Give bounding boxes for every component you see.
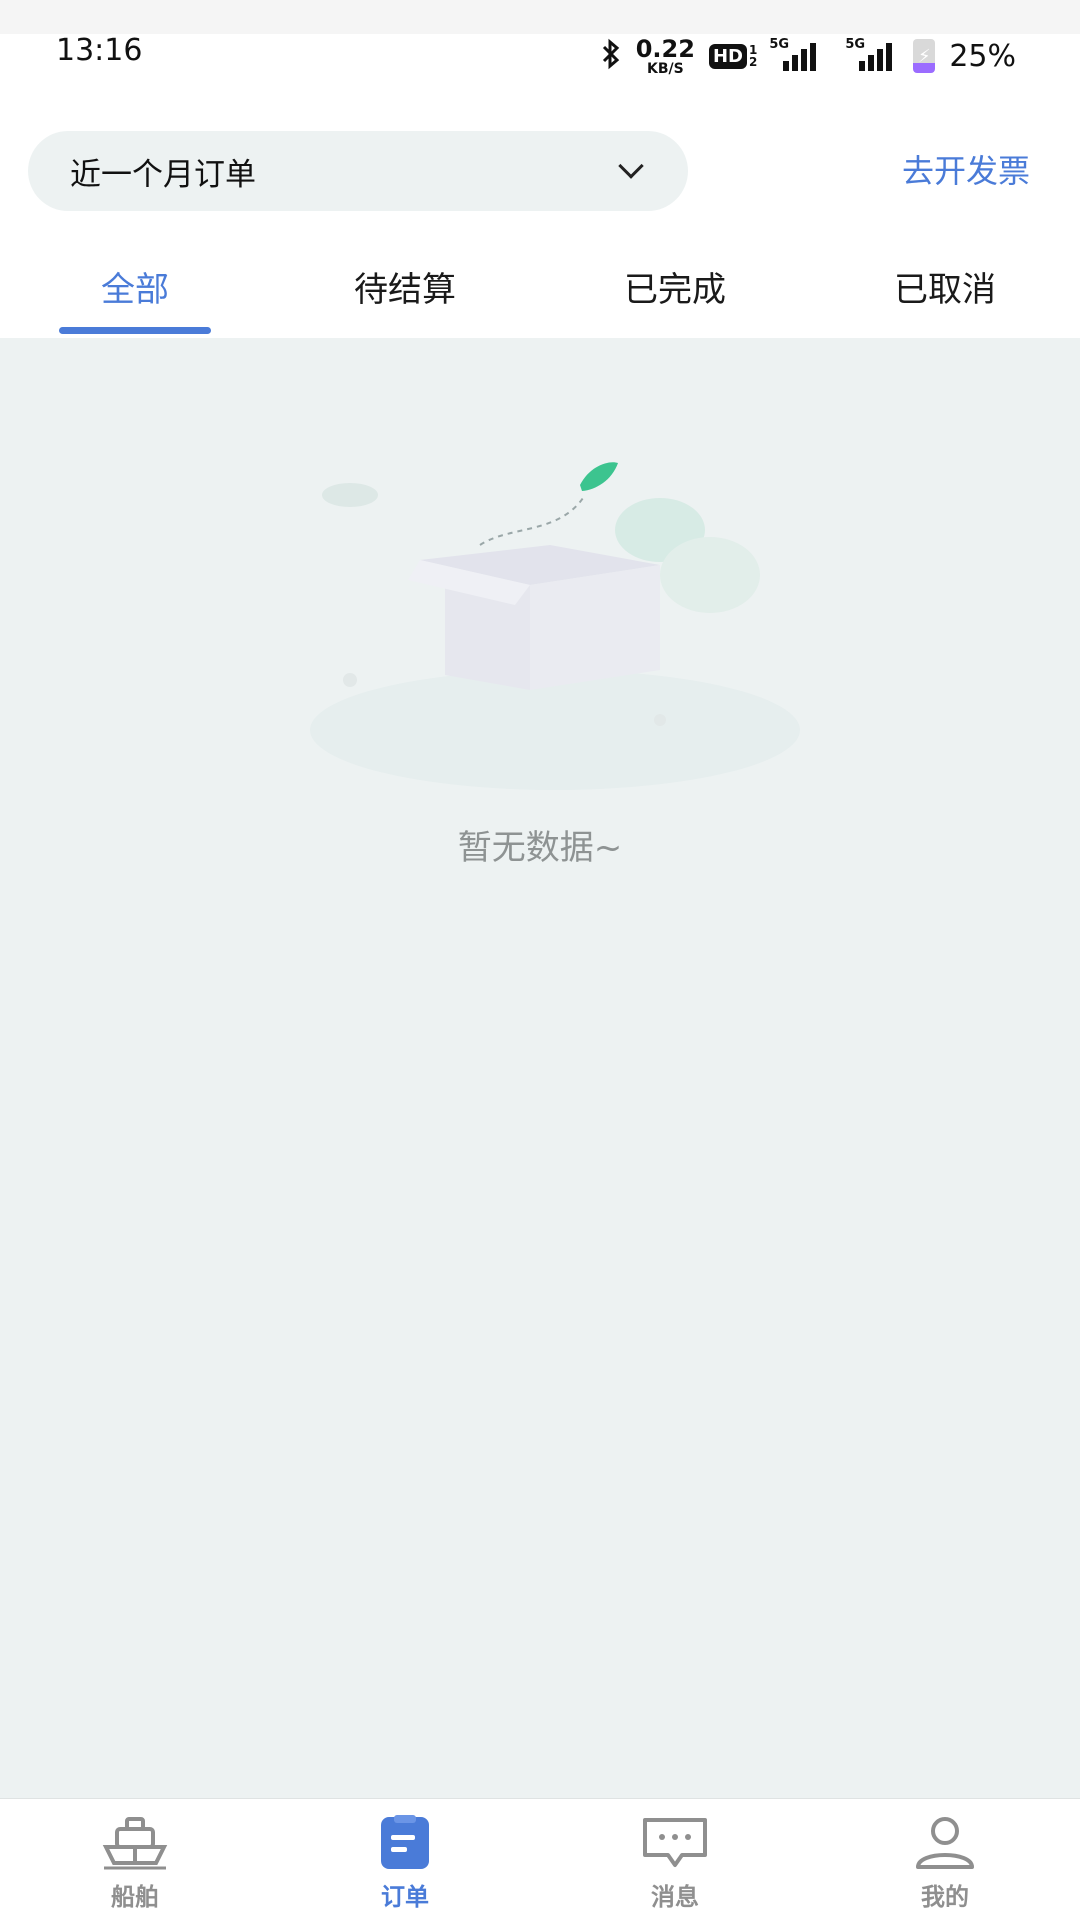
ship-icon xyxy=(100,1813,170,1873)
nav-label: 船舶 xyxy=(111,1883,159,1911)
tab-label: 已完成 xyxy=(624,270,726,310)
bluetooth-icon xyxy=(600,38,622,74)
signal-label-sim2: 5G xyxy=(845,37,866,52)
status-time: 13:16 xyxy=(56,33,143,68)
tab-active-indicator xyxy=(59,327,211,334)
battery-charging-icon: ⚡ xyxy=(913,39,936,73)
signal-icon: 5G xyxy=(769,37,823,71)
hd-badge: HD xyxy=(708,43,747,69)
invoice-link[interactable]: 去开发票 xyxy=(902,146,1030,192)
order-tabs: 全部 待结算 已完成 已取消 xyxy=(0,250,1080,336)
tab-label: 全部 xyxy=(101,270,169,310)
hd-sub-bottom: 2 xyxy=(748,55,758,69)
nav-item-messages[interactable]: 消息 xyxy=(540,1799,810,1920)
tab-cancelled[interactable]: 已取消 xyxy=(810,250,1080,336)
hd-sub: 1 2 xyxy=(749,44,757,68)
chevron-down-icon xyxy=(618,153,644,179)
profile-icon xyxy=(910,1813,980,1873)
nav-item-orders[interactable]: 订单 xyxy=(270,1799,540,1920)
nav-item-mine[interactable]: 我的 xyxy=(810,1799,1080,1920)
tab-label: 已取消 xyxy=(894,270,996,310)
network-speed: 0.22 KB/S xyxy=(636,37,695,76)
order-range-select[interactable]: 近一个月订单 xyxy=(28,131,688,211)
tab-completed[interactable]: 已完成 xyxy=(540,250,810,336)
top-strip xyxy=(0,0,1080,34)
order-icon xyxy=(370,1813,440,1873)
battery-percent: 25% xyxy=(949,38,1016,74)
nav-item-ships[interactable]: 船舶 xyxy=(0,1799,270,1920)
hd-icon: HD 1 2 xyxy=(708,43,757,69)
message-icon xyxy=(640,1813,710,1873)
order-range-label: 近一个月订单 xyxy=(70,156,256,193)
signal-icon: 5G xyxy=(837,37,899,71)
tab-pending-settlement[interactable]: 待结算 xyxy=(270,250,540,336)
network-speed-unit: KB/S xyxy=(646,60,684,77)
empty-message: 暂无数据~ xyxy=(457,828,623,868)
network-speed-value: 0.22 xyxy=(635,34,695,63)
bottom-nav: 船舶 订单 消息 我的 xyxy=(0,1798,1080,1920)
tab-label: 待结算 xyxy=(354,270,456,310)
nav-label: 我的 xyxy=(921,1883,969,1911)
status-icons: 0.22 KB/S HD 1 2 5G 5G ⚡ 25% xyxy=(600,36,1016,76)
nav-label: 订单 xyxy=(381,1883,429,1911)
signal-label-sim1: 5G xyxy=(769,37,790,52)
nav-label: 消息 xyxy=(651,1883,699,1911)
tab-all[interactable]: 全部 xyxy=(0,250,270,336)
empty-box-illustration xyxy=(300,455,810,795)
status-bar: 13:16 0.22 KB/S HD 1 2 5G 5G ⚡ 25% xyxy=(0,34,1080,104)
